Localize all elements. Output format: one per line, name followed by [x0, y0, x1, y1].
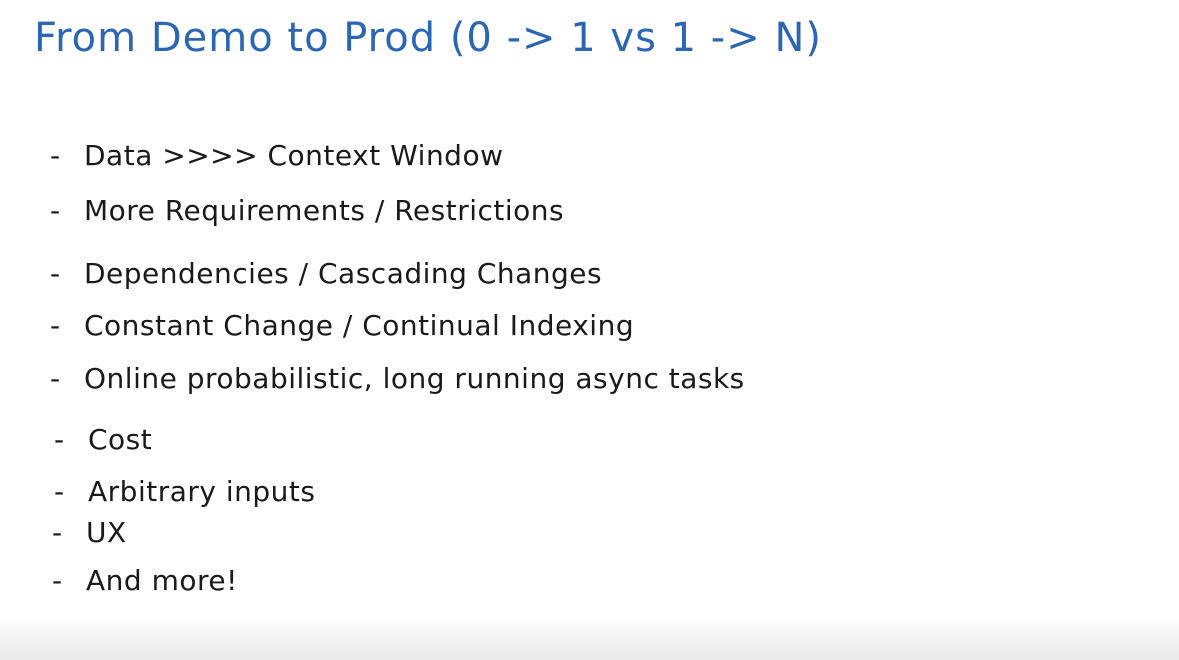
- list-item: - Dependencies / Cascading Changes: [50, 260, 602, 288]
- bullet-dash: -: [52, 516, 63, 549]
- list-item-text: Data >>>> Context Window: [84, 139, 504, 172]
- bullet-dash: -: [52, 564, 63, 597]
- list-item: - Online probabilistic, long running asyn…: [50, 365, 745, 393]
- list-item-text: UX: [86, 516, 127, 549]
- list-item-text: Cost: [88, 423, 153, 456]
- bullet-dash: -: [50, 257, 61, 290]
- list-item: - Data >>>> Context Window: [50, 142, 504, 170]
- bullet-dash: -: [50, 194, 61, 227]
- list-item-text: Online probabilistic, long running async…: [84, 362, 745, 395]
- list-item-text: More Requirements / Restrictions: [84, 194, 565, 227]
- slide-title: From Demo to Prod (0 -> 1 vs 1 -> N): [34, 15, 822, 61]
- bullet-dash: -: [50, 139, 61, 172]
- list-item: - Cost: [54, 426, 152, 454]
- bottom-shadow: [0, 618, 1179, 660]
- list-item: - Arbitrary inputs: [54, 478, 315, 506]
- whiteboard-slide: From Demo to Prod (0 -> 1 vs 1 -> N) - Da…: [0, 0, 1179, 660]
- list-item-text: Constant Change / Continual Indexing: [84, 309, 635, 342]
- bullet-dash: -: [54, 475, 65, 508]
- list-item: - UX: [52, 519, 127, 547]
- bullet-dash: -: [50, 309, 61, 342]
- list-item: - Constant Change / Continual Indexing: [50, 312, 634, 340]
- list-item-text: Arbitrary inputs: [88, 475, 316, 508]
- bullet-dash: -: [50, 362, 61, 395]
- list-item-text: And more!: [86, 564, 238, 597]
- bullet-dash: -: [54, 423, 65, 456]
- list-item: - More Requirements / Restrictions: [50, 197, 564, 225]
- list-item: - And more!: [52, 567, 238, 595]
- list-item-text: Dependencies / Cascading Changes: [84, 257, 603, 290]
